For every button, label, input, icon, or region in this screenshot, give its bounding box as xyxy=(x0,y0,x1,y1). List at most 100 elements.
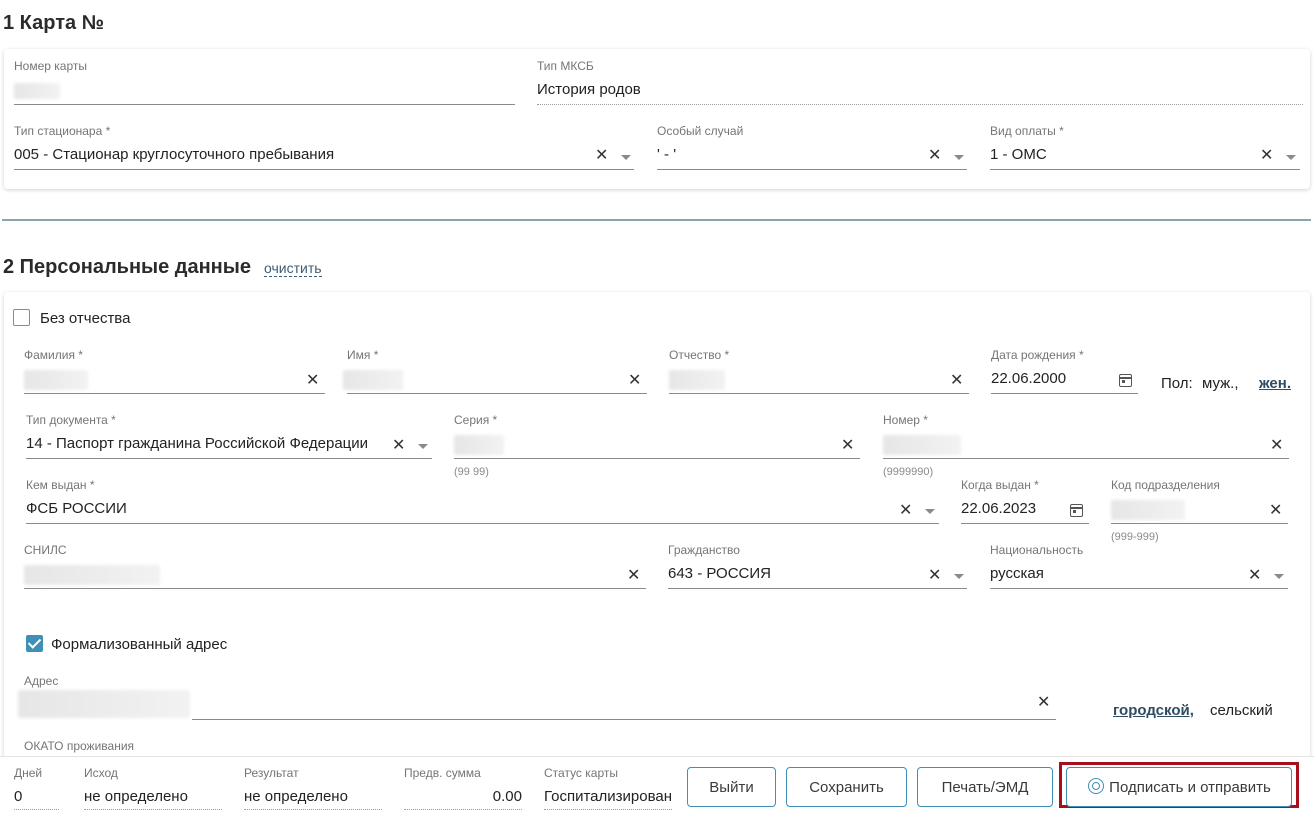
address-type-rural[interactable]: сельский xyxy=(1210,702,1273,719)
sex-option-male[interactable]: муж., xyxy=(1202,375,1239,392)
days-value: 0 xyxy=(14,788,23,805)
section-2-title: 2 Персональные данные xyxy=(3,256,251,278)
doc-type-select[interactable]: Тип документа * 14 - Паспорт гражданина … xyxy=(26,413,432,459)
special-case-select[interactable]: Особый случай ' - ' ✕ xyxy=(657,124,967,170)
clear-icon[interactable]: ✕ xyxy=(1269,503,1282,519)
last-name-field[interactable]: Фамилия * ✕ xyxy=(24,348,325,394)
nationality-select[interactable]: Национальность русская ✕ xyxy=(990,543,1288,589)
snils-label: СНИЛС xyxy=(24,543,67,557)
birth-date-field[interactable]: Дата рождения * 22.06.2000 xyxy=(991,348,1138,394)
chevron-down-icon[interactable] xyxy=(954,574,964,579)
issued-by-select[interactable]: Кем выдан * ФСБ РОССИИ ✕ xyxy=(26,478,939,524)
clear-icon[interactable]: ✕ xyxy=(1248,568,1261,584)
clear-icon[interactable]: ✕ xyxy=(950,373,963,389)
days-label: Дней xyxy=(14,766,43,780)
card-section-1: Номер карты Тип МКСБ История родов Тип с… xyxy=(4,49,1310,189)
issued-date-value: 22.06.2023 xyxy=(961,500,1037,517)
payment-type-value: 1 - ОМС xyxy=(990,146,1047,163)
issued-date-field[interactable]: Когда выдан * 22.06.2023 xyxy=(961,478,1089,524)
result-label: Результат xyxy=(244,766,299,780)
doc-type-label: Тип документа * xyxy=(26,413,116,427)
snils-value-redacted xyxy=(24,565,160,585)
citizenship-value: 643 - РОССИЯ xyxy=(668,565,771,582)
clear-icon[interactable]: ✕ xyxy=(928,568,941,584)
sign-and-send-label: Подписать и отправить xyxy=(1109,778,1271,796)
series-field[interactable]: Серия * ✕ (99 99) xyxy=(454,413,860,479)
first-name-value-redacted xyxy=(343,370,403,390)
mksb-type-value: История родов xyxy=(537,81,641,98)
outcome-value: не определено xyxy=(84,788,188,805)
series-value-redacted xyxy=(454,435,504,455)
card-number-field[interactable]: Номер карты xyxy=(14,59,515,105)
first-name-label: Имя * xyxy=(347,348,379,362)
result-value: не определено xyxy=(244,788,348,805)
clear-icon[interactable]: ✕ xyxy=(628,373,641,389)
sex-option-female[interactable]: жен. xyxy=(1259,375,1291,392)
sign-and-send-button[interactable]: Подписать и отправить xyxy=(1066,767,1292,807)
nationality-value: русская xyxy=(990,565,1044,582)
number-label: Номер * xyxy=(883,413,928,427)
patronymic-field[interactable]: Отчество * ✕ xyxy=(669,348,969,394)
clear-icon[interactable]: ✕ xyxy=(306,373,319,389)
mksb-type-label: Тип МКСБ xyxy=(537,59,594,73)
last-name-value-redacted xyxy=(24,370,88,390)
division-code-field[interactable]: Код подразделения ✕ (999-999) xyxy=(1111,478,1288,544)
address-type-urban[interactable]: городской, xyxy=(1113,702,1194,719)
address-field[interactable]: Адрес ✕ xyxy=(18,674,1056,720)
payment-type-label: Вид оплаты * xyxy=(990,124,1064,138)
first-name-field[interactable]: Имя * ✕ xyxy=(343,348,647,394)
card-status-label: Статус карты xyxy=(544,766,618,780)
chevron-down-icon[interactable] xyxy=(1274,574,1284,579)
chevron-down-icon[interactable] xyxy=(954,155,964,160)
number-field[interactable]: Номер * ✕ (9999990) xyxy=(883,413,1289,479)
clear-link[interactable]: очистить xyxy=(264,260,322,277)
chevron-down-icon[interactable] xyxy=(418,444,428,449)
series-hint: (99 99) xyxy=(454,466,489,478)
exit-button[interactable]: Выйти xyxy=(687,767,776,807)
snils-field[interactable]: СНИЛС ✕ xyxy=(24,543,646,589)
section-1-title: 1 Карта № xyxy=(3,12,104,34)
card-number-value-redacted xyxy=(14,83,60,99)
clear-icon[interactable]: ✕ xyxy=(627,568,640,584)
hospital-type-select[interactable]: Тип стационара * 005 - Стационар круглос… xyxy=(14,124,634,170)
number-hint: (9999990) xyxy=(883,466,934,478)
pre-sum-value: 0.00 xyxy=(492,788,522,805)
clear-icon[interactable]: ✕ xyxy=(899,503,912,519)
birth-date-label: Дата рождения * xyxy=(991,348,1084,362)
clear-icon[interactable]: ✕ xyxy=(841,438,854,454)
calendar-icon[interactable] xyxy=(1119,374,1132,387)
special-case-label: Особый случай xyxy=(657,124,744,138)
clear-icon[interactable]: ✕ xyxy=(1260,148,1273,164)
division-code-value-redacted xyxy=(1111,500,1185,520)
birth-date-value: 22.06.2000 xyxy=(991,370,1067,387)
last-name-label: Фамилия * xyxy=(24,348,83,362)
clear-icon[interactable]: ✕ xyxy=(1037,695,1050,711)
calendar-icon[interactable] xyxy=(1070,504,1083,517)
payment-type-select[interactable]: Вид оплаты * 1 - ОМС ✕ xyxy=(990,124,1300,170)
card-number-label: Номер карты xyxy=(14,59,87,73)
chevron-down-icon[interactable] xyxy=(1286,155,1296,160)
citizenship-select[interactable]: Гражданство 643 - РОССИЯ ✕ xyxy=(668,543,967,589)
chevron-down-icon[interactable] xyxy=(925,509,935,514)
formal-address-checkbox[interactable] xyxy=(26,635,43,652)
clear-icon[interactable]: ✕ xyxy=(928,148,941,164)
save-button[interactable]: Сохранить xyxy=(786,767,907,807)
special-case-value: ' - ' xyxy=(657,146,677,163)
address-value-redacted xyxy=(18,690,190,718)
division-code-label: Код подразделения xyxy=(1111,478,1220,492)
card-status-value: Госпитализирован xyxy=(544,788,673,805)
clear-icon[interactable]: ✕ xyxy=(1270,438,1283,454)
print-emd-button[interactable]: Печать/ЭМД xyxy=(917,767,1053,807)
chevron-down-icon[interactable] xyxy=(621,155,631,160)
clear-icon[interactable]: ✕ xyxy=(392,438,405,454)
nationality-label: Национальность xyxy=(990,543,1084,557)
clear-icon[interactable]: ✕ xyxy=(595,148,608,164)
doc-type-value: 14 - Паспорт гражданина Российской Федер… xyxy=(26,435,369,452)
mksb-type-field: Тип МКСБ История родов xyxy=(537,59,1303,105)
seal-icon xyxy=(1087,778,1105,796)
patronymic-label: Отчество * xyxy=(669,348,730,362)
issued-by-value: ФСБ РОССИИ xyxy=(26,500,127,517)
no-patronymic-checkbox[interactable] xyxy=(13,309,30,326)
pre-sum-label: Предв. сумма xyxy=(404,766,481,780)
okato-label: ОКАТО проживания xyxy=(24,739,135,753)
